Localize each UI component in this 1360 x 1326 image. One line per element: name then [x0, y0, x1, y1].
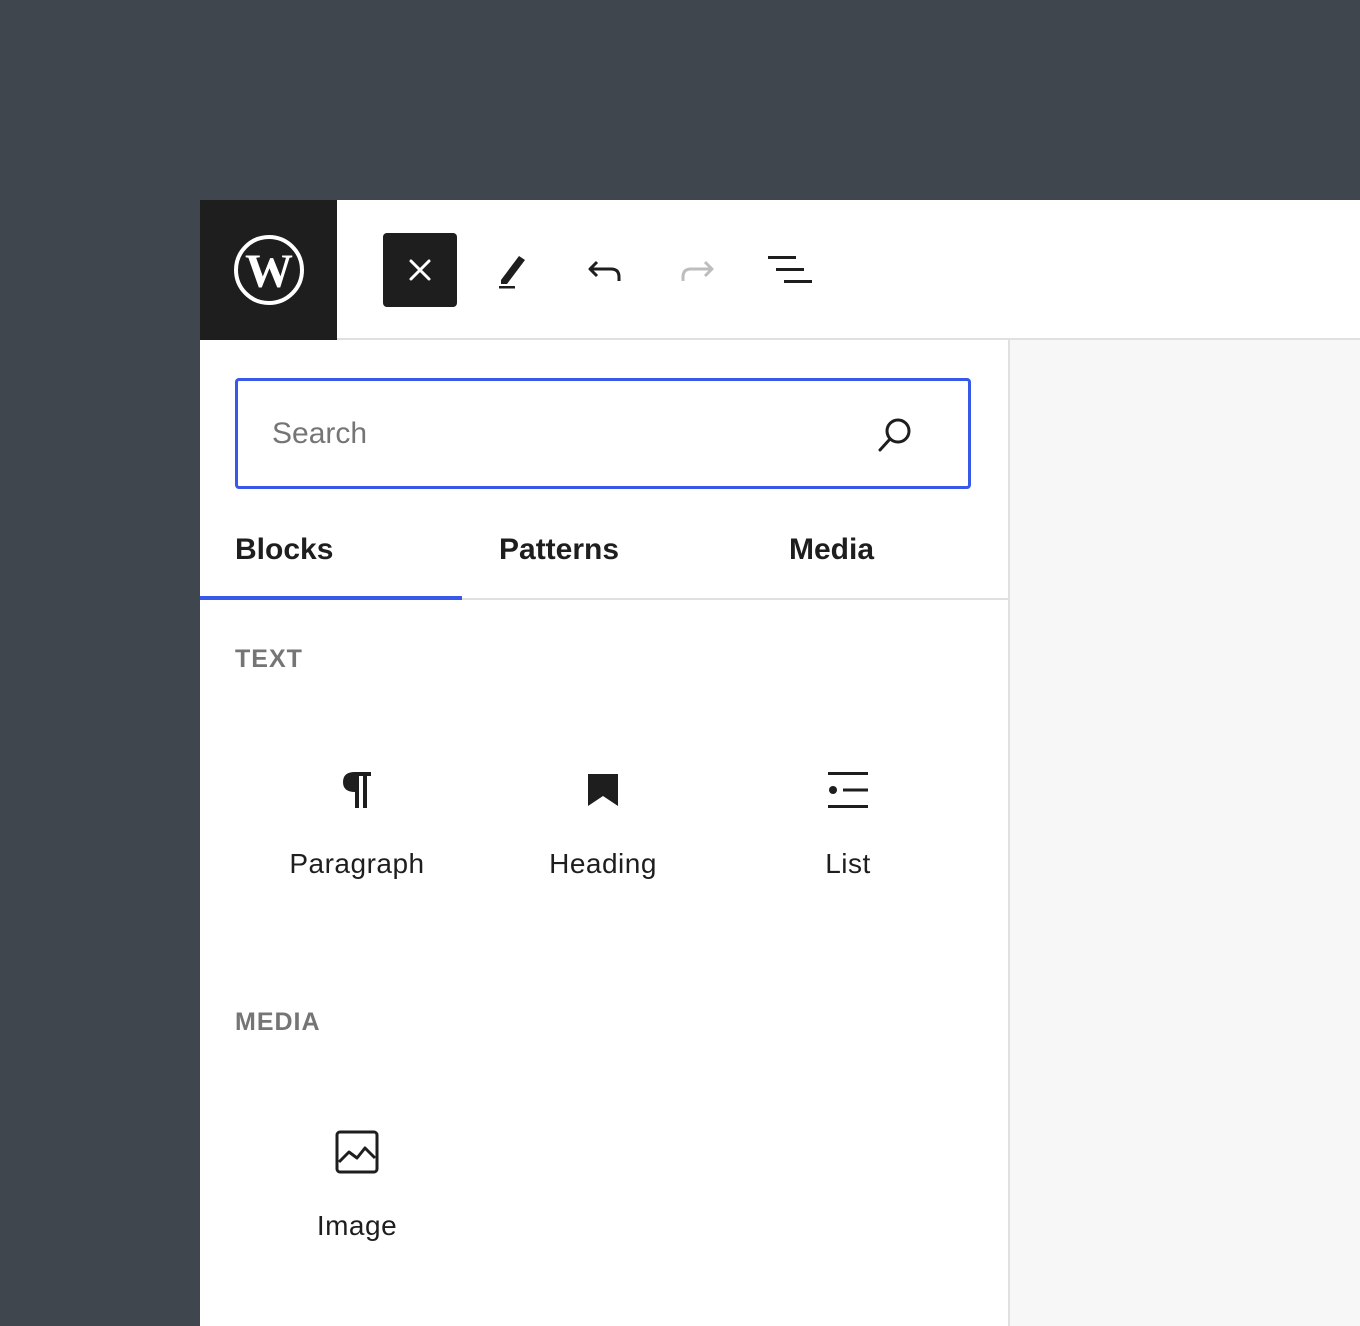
- tools-button[interactable]: [476, 233, 550, 307]
- wordpress-logo-button[interactable]: W: [200, 200, 337, 340]
- redo-button[interactable]: [660, 233, 734, 307]
- search-icon[interactable]: [876, 414, 916, 454]
- block-label: Paragraph: [289, 848, 425, 879]
- block-heading[interactable]: Heading: [483, 740, 723, 940]
- editor-canvas[interactable]: [1010, 340, 1360, 1326]
- block-image[interactable]: Image: [237, 1102, 477, 1302]
- block-paragraph[interactable]: Paragraph: [237, 740, 477, 940]
- paragraph-icon: [333, 766, 381, 814]
- tab-blocks[interactable]: Blocks: [235, 500, 333, 600]
- undo-button[interactable]: [568, 233, 642, 307]
- section-title-media: MEDIA: [235, 1008, 321, 1036]
- search-box: [235, 378, 971, 489]
- undo-icon: [588, 260, 621, 281]
- redo-icon: [681, 260, 714, 281]
- wordpress-logo-icon: W: [233, 235, 304, 305]
- section-title-text: TEXT: [235, 645, 303, 673]
- svg-text:W: W: [245, 245, 293, 298]
- document-overview-button[interactable]: [753, 233, 827, 307]
- active-tab-indicator: [200, 596, 462, 600]
- editor-header: W: [200, 200, 1360, 340]
- image-icon: [333, 1128, 381, 1176]
- block-inserter-panel: Blocks Patterns Media TEXT Paragraph Hea…: [200, 340, 1010, 1326]
- block-label: Heading: [549, 848, 657, 879]
- list-icon: [824, 766, 872, 814]
- block-label: List: [825, 848, 871, 879]
- inserter-tabs: Blocks Patterns Media: [200, 500, 1008, 600]
- pencil-icon: [499, 256, 525, 289]
- tab-patterns[interactable]: Patterns: [499, 500, 619, 600]
- block-label: Image: [316, 1210, 398, 1241]
- heading-bookmark-icon: [579, 766, 627, 814]
- close-inserter-button[interactable]: [383, 233, 457, 307]
- document-overview-icon: [768, 256, 812, 283]
- close-icon: [409, 259, 431, 281]
- block-list[interactable]: List: [728, 740, 968, 940]
- search-input[interactable]: [272, 381, 852, 486]
- block-editor: W Search Blocks Patterns Media TEXT Para…: [200, 200, 1360, 1326]
- tab-media[interactable]: Media: [789, 500, 874, 600]
